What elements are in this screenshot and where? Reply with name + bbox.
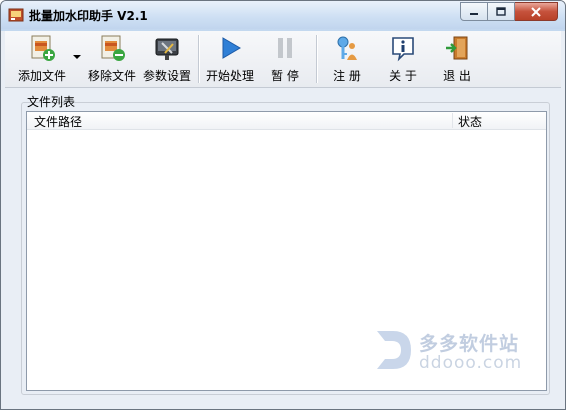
watermark-logo-icon [377, 331, 411, 369]
column-divider[interactable] [452, 113, 453, 128]
pause-button[interactable]: 暂 停 [261, 31, 309, 87]
minimize-icon [470, 12, 478, 15]
pause-label: 暂 停 [271, 69, 299, 83]
add-files-button[interactable]: 添加文件 [15, 31, 69, 87]
exit-label: 退 出 [443, 69, 471, 83]
window-title: 批量加水印助手 V2.1 [29, 9, 148, 23]
close-button[interactable] [515, 2, 558, 21]
site-watermark: 多多软件站 ddooo.com [371, 327, 541, 375]
remove-file-icon [101, 35, 125, 61]
remove-files-label: 移除文件 [87, 69, 136, 83]
exit-door-icon [446, 36, 468, 60]
title-bar[interactable]: 批量加水印助手 V2.1 [1, 1, 565, 29]
minimize-button[interactable] [460, 2, 488, 21]
settings-label: 参数设置 [142, 69, 191, 83]
file-list-group-label: 文件列表 [27, 95, 76, 109]
register-label: 注 册 [333, 69, 361, 83]
register-button[interactable]: 注 册 [323, 31, 371, 87]
start-processing-button[interactable]: 开始处理 [203, 31, 257, 87]
toolbar: 添加文件 移除文件 参数设置 开始处理 暂 停 注 册 关 于 退 出 [5, 31, 561, 88]
file-list-header: 文件路径 状态 [27, 112, 546, 130]
watermark-app-icon [8, 8, 24, 22]
add-files-label: 添加文件 [17, 69, 66, 83]
maximize-button[interactable] [488, 2, 515, 21]
toolbar-separator [198, 35, 200, 83]
watermark-text-cn: 多多软件站 [419, 333, 520, 355]
info-icon [392, 37, 414, 62]
watermark-text-en: ddooo.com [419, 353, 523, 373]
start-processing-label: 开始处理 [205, 69, 254, 83]
about-button[interactable]: 关 于 [379, 31, 427, 87]
settings-button[interactable]: 参数设置 [139, 31, 195, 87]
maximize-icon [496, 7, 506, 16]
pause-icon [278, 38, 292, 58]
exit-button[interactable]: 退 出 [433, 31, 481, 87]
add-file-icon [31, 35, 55, 61]
key-user-icon [337, 36, 357, 60]
main-window: 批量加水印助手 V2.1 添加文件 移除文件 参数设置 开始处理 暂 停 注 册… [0, 0, 566, 410]
remove-files-button[interactable]: 移除文件 [85, 31, 139, 87]
add-files-dropdown-icon[interactable] [73, 55, 81, 59]
column-header-status[interactable]: 状态 [458, 113, 482, 130]
settings-tools-icon [155, 38, 179, 60]
about-label: 关 于 [389, 69, 417, 83]
toolbar-separator [316, 35, 318, 83]
column-header-file-path[interactable]: 文件路径 [34, 113, 82, 130]
close-icon [531, 6, 541, 17]
play-icon [222, 37, 241, 59]
